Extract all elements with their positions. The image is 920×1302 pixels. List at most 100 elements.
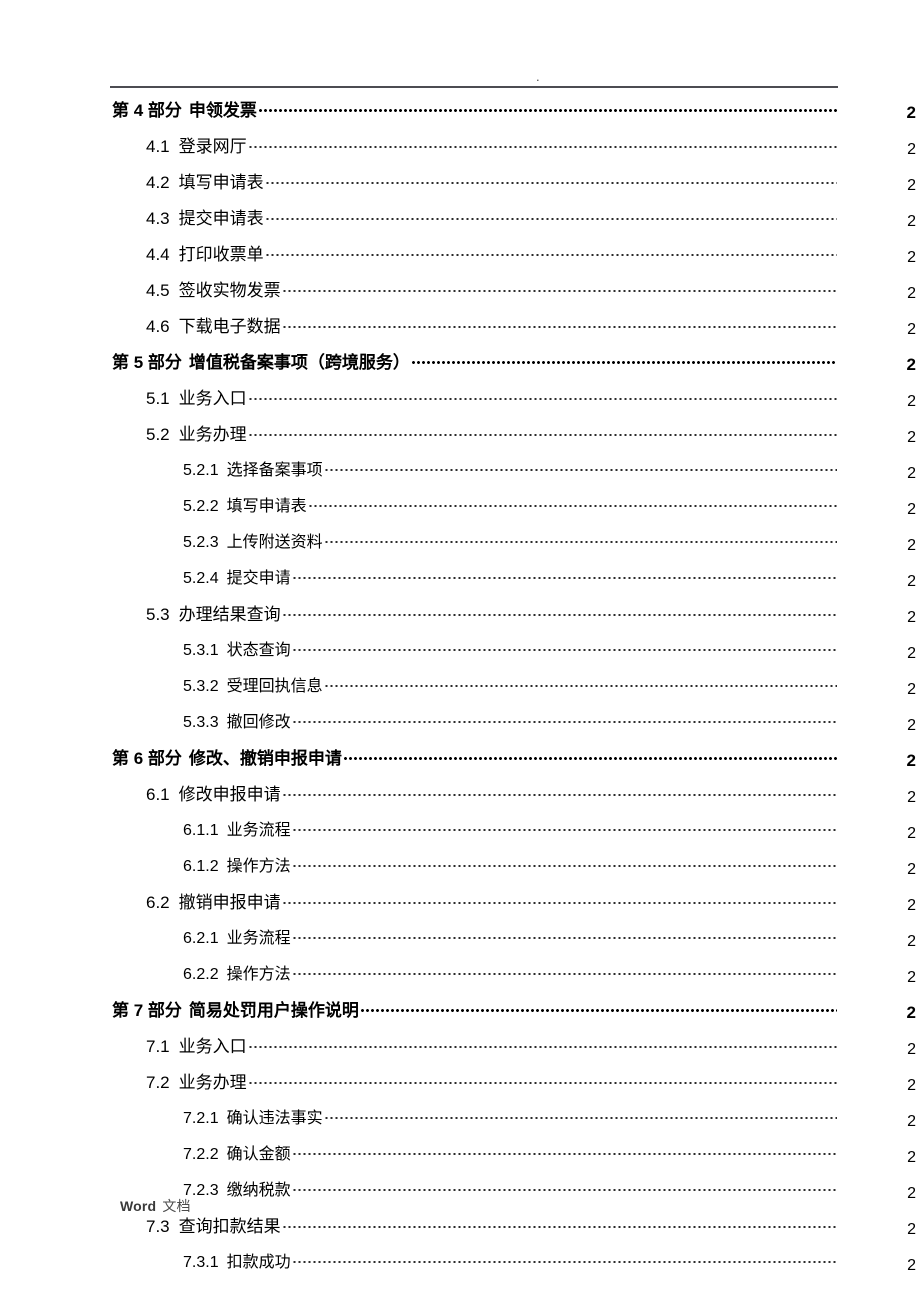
toc-entry-label: 4.6 下载电子数据 bbox=[146, 312, 281, 337]
toc-dot-leader bbox=[247, 135, 837, 152]
toc-dot-leader bbox=[281, 783, 837, 800]
toc-dot-leader bbox=[264, 171, 837, 188]
toc-dot-leader bbox=[291, 1251, 837, 1267]
toc-entry[interactable]: 6.1.1 业务流程 2 bbox=[0, 816, 920, 852]
toc-entry[interactable]: 6.2.1 业务流程 2 bbox=[0, 924, 920, 960]
toc-dot-leader bbox=[342, 747, 837, 764]
toc-dot-leader bbox=[307, 495, 837, 511]
toc-entry[interactable]: 5.2 业务办理 2 bbox=[0, 420, 920, 456]
toc-entry-page-number: 2 bbox=[907, 825, 916, 842]
toc-dot-leader bbox=[291, 963, 837, 979]
toc-entry[interactable]: 7.3 查询扣款结果 2 bbox=[0, 1212, 920, 1248]
toc-entry-number: 6.2 bbox=[146, 893, 170, 912]
toc-entry-number: 7.1 bbox=[146, 1037, 170, 1056]
toc-entry[interactable]: 第 4 部分 申领发票 2 bbox=[0, 96, 920, 132]
toc-entry[interactable]: 4.1 登录网厅 2 bbox=[0, 132, 920, 168]
toc-entry-label: 4.5 签收实物发票 bbox=[146, 276, 281, 301]
toc-entry-label: 第 7 部分 简易处罚用户操作说明 bbox=[112, 996, 359, 1021]
toc-entry-page-number: 2 bbox=[907, 1113, 916, 1130]
toc-entry-title: 修改申报申请 bbox=[178, 785, 281, 804]
toc-entry-page-number: 2 bbox=[907, 789, 916, 806]
toc-dot-leader bbox=[323, 459, 837, 475]
toc-dot-leader bbox=[291, 855, 837, 871]
toc-entry-title: 查询扣款结果 bbox=[178, 1217, 281, 1236]
toc-entry[interactable]: 第 5 部分 增值税备案事项（跨境服务） 2 bbox=[0, 348, 920, 384]
toc-entry-title: 填写申请表 bbox=[226, 498, 307, 515]
toc-entry-number: 7.2 bbox=[146, 1073, 170, 1092]
toc-entry[interactable]: 第 6 部分 修改、撤销申报申请 2 bbox=[0, 744, 920, 780]
toc-dot-leader bbox=[291, 711, 837, 727]
toc-entry-title: 选择备案事项 bbox=[226, 462, 323, 479]
toc-entry-title: 操作方法 bbox=[226, 966, 291, 983]
toc-entry[interactable]: 4.2 填写申请表 2 bbox=[0, 168, 920, 204]
toc-entry-number: 4.4 bbox=[146, 245, 170, 264]
toc-entry-page-number: 2 bbox=[907, 1077, 916, 1094]
toc-entry[interactable]: 5.3 办理结果查询 2 bbox=[0, 600, 920, 636]
toc-dot-leader bbox=[323, 1107, 837, 1123]
toc-entry-label: 6.2.1 业务流程 bbox=[183, 924, 291, 948]
toc-dot-leader bbox=[359, 999, 837, 1016]
toc-entry[interactable]: 5.2.1 选择备案事项 2 bbox=[0, 456, 920, 492]
toc-entry-label: 5.3 办理结果查询 bbox=[146, 600, 281, 625]
toc-entry[interactable]: 5.3.3 撤回修改 2 bbox=[0, 708, 920, 744]
toc-entry-page-number: 2 bbox=[907, 321, 916, 338]
toc-entry-title: 填写申请表 bbox=[178, 173, 264, 192]
page-header: . bbox=[0, 0, 920, 92]
toc-entry-number: 第 5 部分 bbox=[112, 353, 182, 372]
toc-entry-page-number: 2 bbox=[907, 717, 916, 734]
toc-entry[interactable]: 4.4 打印收票单 2 bbox=[0, 240, 920, 276]
toc-dot-leader bbox=[247, 1035, 837, 1052]
toc-entry[interactable]: 5.2.2 填写申请表 2 bbox=[0, 492, 920, 528]
toc-entry-page-number: 2 bbox=[907, 429, 916, 446]
toc-entry-title: 登录网厅 bbox=[178, 137, 247, 156]
toc-entry[interactable]: 4.6 下载电子数据 2 bbox=[0, 312, 920, 348]
toc-entry-label: 5.2.3 上传附送资料 bbox=[183, 528, 323, 552]
toc-entry[interactable]: 5.2.3 上传附送资料 2 bbox=[0, 528, 920, 564]
toc-entry[interactable]: 5.3.2 受理回执信息 2 bbox=[0, 672, 920, 708]
toc-entry[interactable]: 第 7 部分 简易处罚用户操作说明 2 bbox=[0, 996, 920, 1032]
toc-entry-page-number: 2 bbox=[907, 465, 916, 482]
toc-entry-title: 业务办理 bbox=[178, 1073, 247, 1092]
toc-entry[interactable]: 5.1 业务入口 2 bbox=[0, 384, 920, 420]
toc-entry[interactable]: 6.1 修改申报申请 2 bbox=[0, 780, 920, 816]
toc-entry[interactable]: 6.2 撤销申报申请 2 bbox=[0, 888, 920, 924]
toc-entry-page-number: 2 bbox=[906, 751, 916, 770]
toc-dot-leader bbox=[291, 1179, 837, 1195]
toc-entry-label: 4.3 提交申请表 bbox=[146, 204, 264, 229]
toc-entry-title: 上传附送资料 bbox=[226, 534, 323, 551]
toc-entry[interactable]: 7.2.1 确认违法事实 2 bbox=[0, 1104, 920, 1140]
toc-entry-title: 打印收票单 bbox=[178, 245, 264, 264]
toc-entry[interactable]: 5.3.1 状态查询 2 bbox=[0, 636, 920, 672]
toc-entry-page-number: 2 bbox=[907, 645, 916, 662]
toc-dot-leader bbox=[264, 207, 837, 224]
toc-entry-label: 5.2.2 填写申请表 bbox=[183, 492, 307, 516]
toc-entry-page-number: 2 bbox=[907, 1149, 916, 1166]
toc-entry[interactable]: 7.2.2 确认金额 2 bbox=[0, 1140, 920, 1176]
toc-entry-page-number: 2 bbox=[907, 141, 916, 158]
toc-entry[interactable]: 6.2.2 操作方法 2 bbox=[0, 960, 920, 996]
toc-entry-title: 业务流程 bbox=[226, 930, 291, 947]
toc-entry[interactable]: 7.2 业务办理 2 bbox=[0, 1068, 920, 1104]
toc-entry-label: 4.1 登录网厅 bbox=[146, 132, 247, 157]
table-of-contents: 第 4 部分 申领发票 2 4.1 登录网厅 2 4.2 填写申请表 2 4.3 提交申请表 2 4.4… bbox=[0, 96, 920, 1284]
toc-dot-leader bbox=[247, 1071, 837, 1088]
toc-entry-title: 受理回执信息 bbox=[226, 678, 323, 695]
toc-entry[interactable]: 5.2.4 提交申请 2 bbox=[0, 564, 920, 600]
toc-entry[interactable]: 4.5 签收实物发票 2 bbox=[0, 276, 920, 312]
toc-entry-label: 第 6 部分 修改、撤销申报申请 bbox=[112, 744, 342, 769]
toc-dot-leader bbox=[323, 675, 837, 691]
toc-entry[interactable]: 4.3 提交申请表 2 bbox=[0, 204, 920, 240]
toc-entry-title: 确认违法事实 bbox=[226, 1110, 323, 1127]
toc-entry-number: 5.2.3 bbox=[183, 534, 219, 551]
toc-entry-number: 4.6 bbox=[146, 317, 170, 336]
toc-entry-number: 5.2.1 bbox=[183, 462, 219, 479]
toc-entry[interactable]: 7.1 业务入口 2 bbox=[0, 1032, 920, 1068]
toc-entry-page-number: 2 bbox=[907, 861, 916, 878]
toc-entry-number: 4.1 bbox=[146, 137, 170, 156]
toc-entry[interactable]: 6.1.2 操作方法 2 bbox=[0, 852, 920, 888]
toc-entry-label: 6.1.1 业务流程 bbox=[183, 816, 291, 840]
toc-entry-number: 7.3.1 bbox=[183, 1254, 219, 1271]
toc-dot-leader bbox=[247, 387, 837, 404]
toc-entry[interactable]: 7.3.1 扣款成功 2 bbox=[0, 1248, 920, 1284]
toc-entry-label: 7.1 业务入口 bbox=[146, 1032, 247, 1057]
